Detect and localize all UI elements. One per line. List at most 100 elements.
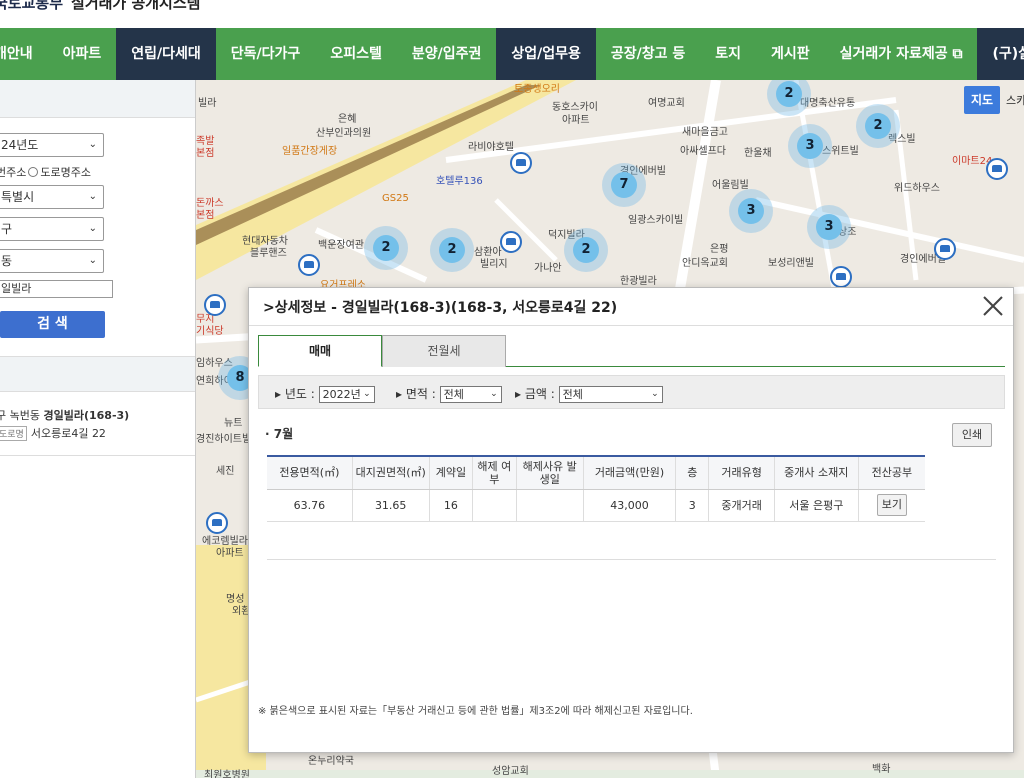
cluster-count: 2 — [865, 113, 891, 139]
map-type-map-button[interactable]: 지도 — [964, 86, 1000, 114]
col-exclusive-area: 전용면적(㎡) — [267, 455, 353, 490]
house-marker-icon[interactable] — [830, 266, 852, 288]
area-filter-label: 면적 : — [405, 387, 436, 401]
map-label: 새마을금고 — [682, 127, 728, 138]
house-marker-icon[interactable] — [510, 152, 532, 174]
map-cluster[interactable]: 2 — [564, 228, 608, 272]
result-item[interactable]: 구 녹번동 경일빌라(168-3) — [0, 407, 129, 423]
map-label: 어울림빌 — [712, 180, 749, 191]
house-marker-icon[interactable] — [934, 238, 956, 260]
house-marker-icon[interactable] — [986, 158, 1008, 180]
chevron-down-icon: ⌄ — [88, 255, 97, 266]
tab-rent[interactable]: 전월세 — [382, 335, 506, 367]
search-panel: 24년도⌄ 번주소 도로명주소 특별시⌄ 구⌄ 동⌄ 일빌라 검 색 구 녹번동 … — [0, 80, 196, 778]
trade-type-tabs: 매매 전월세 — [258, 335, 1005, 367]
city-select[interactable]: 특별시 ⌄ — [0, 185, 104, 209]
map-cluster[interactable]: 3 — [729, 189, 773, 233]
result-list-header — [0, 356, 195, 392]
nav-item-apartment[interactable]: 아파트 — [48, 28, 117, 80]
nav-item-board[interactable]: 게시판 — [756, 28, 825, 80]
map-label: 본점 — [196, 210, 215, 221]
house-marker-icon[interactable] — [298, 254, 320, 276]
nav-item-officetel[interactable]: 오피스텔 — [315, 28, 397, 80]
dong-select[interactable]: 동 ⌄ — [0, 249, 104, 273]
radio-road-address[interactable] — [28, 167, 39, 177]
year-select[interactable]: 24년도 ⌄ — [0, 133, 104, 157]
nav-item-detached[interactable]: 단독/다가구 — [216, 28, 316, 80]
chevron-down-icon: ⌄ — [88, 223, 97, 234]
ministry-name: 국토교통부 — [0, 0, 64, 12]
house-marker-icon[interactable] — [206, 512, 228, 534]
cancellation-note: ※ 붉은색으로 표시된 자료는「부동산 거래신고 등에 관한 법률」제3조2에 … — [258, 706, 693, 717]
close-icon[interactable] — [981, 294, 1005, 318]
print-button[interactable]: 인쇄 — [952, 423, 992, 447]
transaction-table: 전용면적(㎡) 대지권면적(㎡) 계약일 해제 여부 해제사유 발생일 거래금액… — [267, 455, 925, 522]
map-label: 보성리앤빌 — [768, 258, 814, 269]
nav-item-commercial[interactable]: 상업/업무용 — [496, 28, 596, 80]
search-button[interactable]: 검 색 — [0, 311, 105, 338]
map-label: 여명교회 — [648, 98, 685, 109]
map-label: 일품간장게장 — [282, 146, 338, 157]
road-address-tag: 도로명 — [0, 426, 27, 441]
chevron-down-icon: ⌄ — [490, 389, 498, 399]
house-marker-icon[interactable] — [204, 294, 226, 316]
map-label: 아싸셀프다 — [680, 146, 726, 157]
nav-item-data-provision[interactable]: 실거래가 자료제공 ⧉ — [825, 28, 978, 80]
tab-sale[interactable]: 매매 — [258, 335, 382, 367]
map-label: 한광빌라 — [620, 276, 657, 287]
complex-name-input[interactable]: 일빌라 — [0, 280, 113, 298]
month-heading: · 7월 — [265, 427, 294, 441]
radio-jibun-label[interactable]: 번주소 — [0, 166, 26, 179]
col-land-area: 대지권면적(㎡) — [351, 455, 430, 490]
nav-item-old-system[interactable]: (구)실 — [977, 28, 1024, 80]
view-registry-button[interactable]: 보기 — [876, 494, 907, 516]
site-name: 실거래가 공개시스템 — [71, 0, 201, 12]
cluster-count: 3 — [738, 198, 764, 224]
map-label: 성암교회 — [492, 766, 529, 777]
map-cluster[interactable]: 2 — [364, 226, 408, 270]
map-cluster[interactable]: 2 — [856, 104, 900, 148]
map-label: 호텔루136 — [436, 176, 483, 187]
site-logo[interactable]: 국토교통부 실거래가 공개시스템 — [0, 0, 200, 13]
price-filter-select[interactable]: 전체 ⌄ — [558, 386, 663, 403]
nav-item-guide[interactable]: 개안내 — [0, 28, 48, 80]
cluster-count: 3 — [797, 133, 823, 159]
col-price: 거래금액(만원) — [582, 455, 676, 490]
district-select[interactable]: 구 ⌄ — [0, 217, 104, 241]
table-row: 63.76 31.65 16 43,000 3 중개거래 서울 은평구 보기 — [267, 489, 925, 522]
cluster-count: 7 — [611, 172, 637, 198]
house-marker-icon[interactable] — [500, 231, 522, 253]
cluster-count: 2 — [439, 237, 465, 263]
map-cluster[interactable]: 2 — [430, 228, 474, 272]
year-filter: ▸ 년도 : 2022년 ⌄ — [275, 385, 375, 403]
map-type-sky-button[interactable]: 스카 — [1006, 92, 1024, 108]
year-filter-select[interactable]: 2022년 ⌄ — [318, 386, 375, 403]
map-label: 은혜 — [338, 114, 357, 125]
map-label: 산부인과의원 — [316, 128, 372, 139]
map-label: 가나안 — [534, 263, 562, 274]
cell-exclusive-area: 63.76 — [267, 489, 353, 522]
cell-floor: 3 — [675, 489, 709, 522]
cell-contract-day: 16 — [428, 489, 473, 522]
triangle-right-icon: ▸ — [515, 387, 522, 401]
map-label: 은평 — [710, 244, 729, 255]
cluster-count: 2 — [776, 81, 802, 107]
nav-item-land[interactable]: 토지 — [700, 28, 756, 80]
radio-road-label[interactable]: 도로명주소 — [40, 166, 91, 179]
site-header: 국토교통부 실거래가 공개시스템 — [0, 0, 1024, 28]
map-cluster[interactable]: 7 — [602, 163, 646, 207]
cluster-count: 2 — [573, 237, 599, 263]
triangle-right-icon: ▸ — [396, 387, 403, 401]
area-filter-select[interactable]: 전체 ⌄ — [439, 386, 502, 403]
map-label: 최원호병원 — [204, 770, 250, 778]
map-label: 안디옥교회 — [682, 258, 728, 269]
nav-item-presale[interactable]: 분양/입주권 — [397, 28, 497, 80]
cell-cancel-status — [472, 489, 517, 522]
nav-item-factory[interactable]: 공장/창고 등 — [596, 28, 700, 80]
cell-price: 43,000 — [582, 489, 676, 522]
nav-item-rowhouse[interactable]: 연립/다세대 — [116, 28, 216, 80]
map-cluster[interactable]: 3 — [788, 124, 832, 168]
map-cluster[interactable]: 3 — [807, 205, 851, 249]
cluster-count: 2 — [373, 235, 399, 261]
area-filter-value: 전체 — [443, 388, 464, 401]
